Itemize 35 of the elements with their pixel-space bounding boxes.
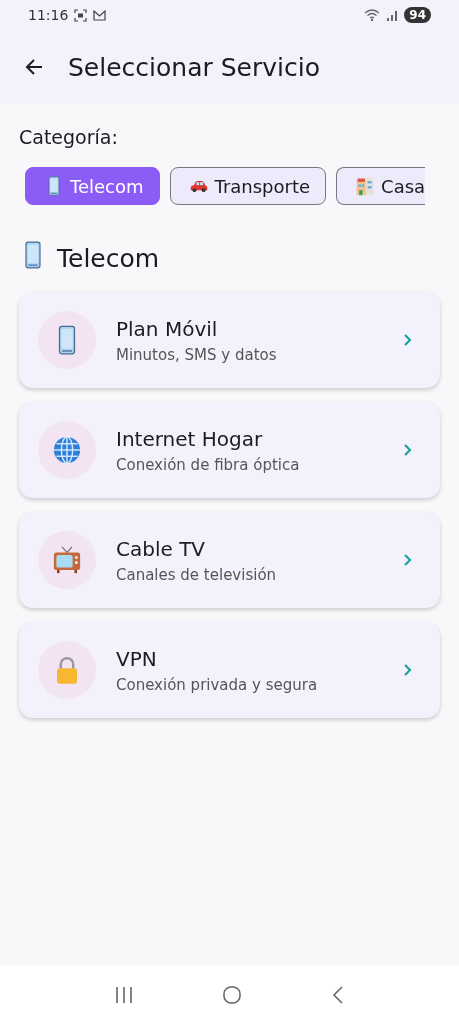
signal-icon xyxy=(386,9,399,21)
service-card[interactable]: Cable TV Canales de televisión xyxy=(19,512,440,608)
service-subtitle: Conexión privada y segura xyxy=(116,675,319,694)
service-title: Cable TV xyxy=(116,536,207,561)
globe-icon xyxy=(52,435,82,465)
category-chip[interactable]: Telecom xyxy=(25,167,160,205)
mail-icon xyxy=(93,9,107,21)
service-subtitle: Conexión de fibra óptica xyxy=(116,455,301,474)
home-icon xyxy=(222,985,243,1005)
service-card[interactable]: Internet Hogar Conexión de fibra óptica xyxy=(19,402,440,498)
service-title: Plan Móvil xyxy=(116,316,219,341)
recent-apps-icon xyxy=(114,986,135,1004)
screenshot-icon xyxy=(74,8,88,22)
chevron-right-icon xyxy=(403,553,412,567)
wifi-icon xyxy=(364,8,381,22)
chevron-right-icon xyxy=(403,333,412,347)
category-chip[interactable]: Transporte xyxy=(169,167,327,205)
screen-title: Seleccionar Servicio xyxy=(68,52,320,82)
tv-icon xyxy=(52,545,82,575)
back-arrow-icon xyxy=(24,57,44,77)
service-title: VPN xyxy=(116,646,158,671)
service-card[interactable]: VPN Conexión privada y segura xyxy=(19,622,440,718)
category-label: Categoría: xyxy=(19,126,119,148)
service-title: Internet Hogar xyxy=(116,426,264,451)
chevron-right-icon xyxy=(403,443,412,457)
battery-level: 94 xyxy=(404,7,431,23)
building-icon xyxy=(355,176,376,196)
service-subtitle: Canales de televisión xyxy=(116,565,278,584)
service-subtitle: Minutos, SMS y datos xyxy=(116,345,278,364)
back-chevron-icon xyxy=(330,985,345,1005)
category-chip[interactable]: Casa xyxy=(336,167,426,205)
service-card[interactable]: Plan Móvil Minutos, SMS y datos xyxy=(19,292,440,388)
section-title: Telecom xyxy=(57,243,160,273)
clock: 11:16 xyxy=(28,7,69,23)
chevron-right-icon xyxy=(403,663,412,677)
